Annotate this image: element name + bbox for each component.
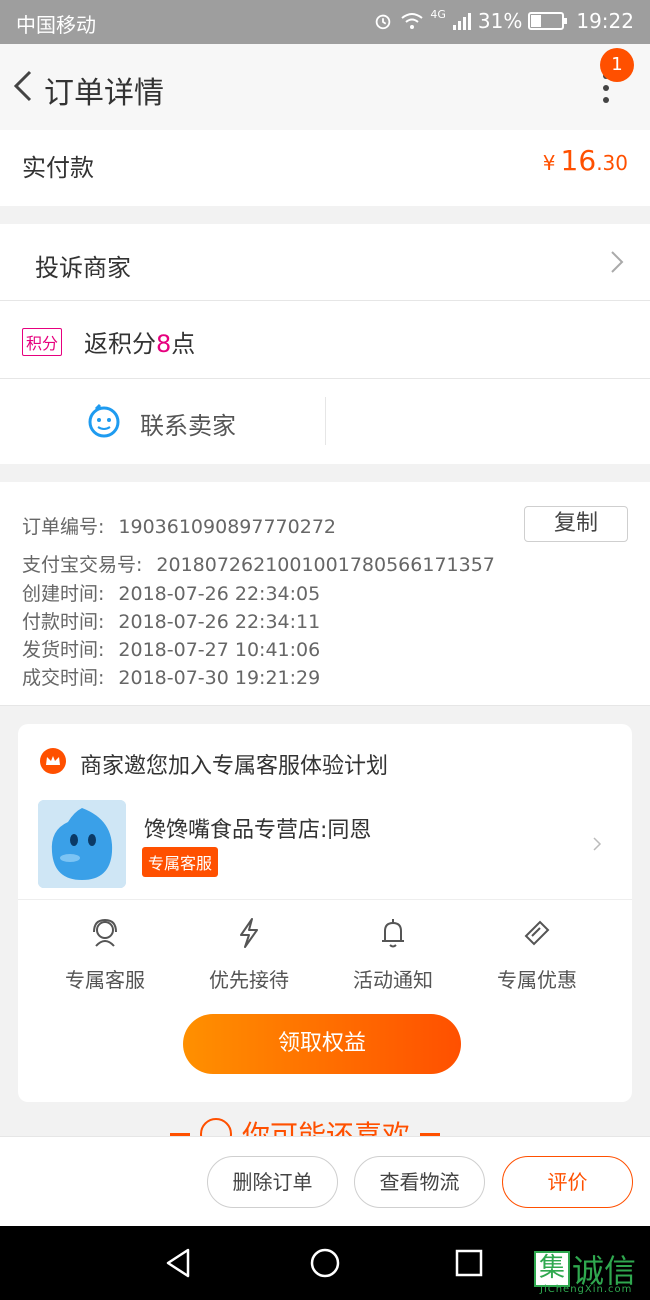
recommend-title-group: 你可能还喜欢	[170, 1114, 441, 1136]
info-key: 订单编号:	[22, 516, 105, 538]
carrier-name: 中国移动	[16, 13, 96, 37]
benefit-label: 专属优惠	[497, 968, 577, 992]
currency-symbol: ¥	[542, 151, 556, 175]
recommend-title: 你可能还喜欢	[242, 1119, 411, 1136]
info-value: 2018-07-27 10:41:06	[118, 639, 321, 661]
paid-label: 实付款	[22, 154, 94, 182]
info-key: 支付宝交易号:	[22, 554, 143, 576]
info-value: 2018-07-30 19:21:29	[118, 667, 321, 689]
claim-benefits-button[interactable]: 领取权益	[183, 1014, 461, 1074]
status-icons: 4G 31% 19:22	[372, 9, 634, 33]
watermark-box: 集	[534, 1251, 570, 1287]
benefit-exclusive-service[interactable]: 专属客服	[30, 916, 180, 993]
contact-seller-row: 联系卖家	[0, 379, 650, 464]
shop-avatar[interactable]	[38, 800, 126, 888]
points-row: 积分 返积分8点	[0, 301, 650, 379]
deal-time-line: 成交时间: 2018-07-30 19:21:29	[22, 663, 320, 690]
crown-icon	[40, 748, 66, 774]
points-value: 8	[156, 330, 172, 358]
service-plan-headline: 商家邀您加入专属客服体验计划	[80, 754, 389, 779]
info-key: 发货时间:	[22, 639, 105, 661]
alipay-number-line: 支付宝交易号: 2018072621001001780566171357	[22, 550, 495, 577]
order-info-card: 订单编号: 190361090897770272 复制 支付宝交易号: 201807…	[0, 482, 650, 706]
headset-icon	[93, 918, 117, 947]
paid-amount-row: 实付款 ¥ 16.30	[0, 130, 650, 206]
chevron-right-icon	[611, 251, 624, 273]
heart-icon	[200, 1118, 232, 1136]
nav-bar: 订单详情 1	[0, 44, 650, 130]
divider	[325, 397, 326, 445]
battery-icon	[528, 12, 568, 30]
notification-badge: 1	[600, 48, 634, 82]
benefit-priority[interactable]: 优先接待	[174, 916, 324, 993]
back-triangle-icon[interactable]	[162, 1246, 196, 1280]
delete-order-button[interactable]: 删除订单	[207, 1156, 338, 1208]
benefit-label: 活动通知	[353, 968, 433, 992]
view-logistics-button[interactable]: 查看物流	[354, 1156, 485, 1208]
complain-seller-row[interactable]: 投诉商家	[0, 224, 650, 301]
info-key: 创建时间:	[22, 583, 105, 605]
points-text: 返积分8点	[84, 324, 195, 359]
mascot-icon	[38, 800, 126, 888]
network-type: 4G	[430, 8, 446, 21]
info-value: 2018072621001001780566171357	[156, 554, 495, 576]
info-key: 成交时间:	[22, 667, 105, 689]
points-prefix: 返积分	[84, 330, 156, 358]
info-value: 190361090897770272	[118, 516, 336, 538]
status-bar: 中国移动 4G 31% 19:22	[0, 0, 650, 44]
amount-integer: 16	[560, 144, 597, 177]
pay-time-line: 付款时间: 2018-07-26 22:34:11	[22, 607, 320, 634]
review-button[interactable]: 评价	[502, 1156, 633, 1208]
lightning-icon	[240, 918, 258, 948]
info-value: 2018-07-26 22:34:11	[118, 611, 321, 633]
points-suffix: 点	[171, 330, 196, 358]
benefit-exclusive-discount[interactable]: 专属优惠	[462, 916, 612, 993]
order-number-line: 订单编号: 190361090897770272	[22, 512, 336, 539]
shop-name[interactable]: 馋馋嘴食品专营店:同恩	[144, 812, 371, 844]
benefit-label: 优先接待	[209, 968, 289, 992]
paid-amount: ¥ 16.30	[543, 144, 628, 177]
create-time-line: 创建时间: 2018-07-26 22:34:05	[22, 579, 320, 606]
watermark-subtext: JiChengXin.com	[540, 1284, 633, 1295]
amount-decimal: .30	[596, 151, 628, 175]
contact-seller-button[interactable]: 联系卖家	[140, 406, 236, 441]
ticket-icon	[524, 920, 550, 946]
complain-label: 投诉商家	[35, 254, 131, 282]
divider	[18, 899, 632, 900]
battery-fill	[531, 15, 541, 27]
recents-square-icon[interactable]	[452, 1246, 486, 1280]
wifi-icon	[401, 13, 423, 29]
watermark-logo: 集 诚信 JiChengXin.com	[534, 1246, 636, 1295]
page-title: 订单详情	[44, 76, 164, 111]
info-key: 付款时间:	[22, 611, 105, 633]
back-arrow-icon[interactable]	[8, 66, 38, 106]
recommend-header: 你可能还喜欢	[0, 1110, 650, 1136]
copy-button[interactable]: 复制	[524, 506, 628, 542]
chevron-right-icon[interactable]	[592, 836, 602, 852]
benefit-label: 专属客服	[65, 968, 145, 992]
benefit-activity-notice[interactable]: 活动通知	[318, 916, 468, 993]
service-plan-card: 商家邀您加入专属客服体验计划 馋馋嘴食品专营店:同恩 专属客服 专属客服 优先接…	[18, 724, 632, 1102]
info-value: 2018-07-26 22:34:05	[118, 583, 321, 605]
bell-icon	[382, 919, 404, 948]
order-actions-card: 投诉商家 积分 返积分8点 联系卖家	[0, 224, 650, 464]
home-circle-icon[interactable]	[308, 1246, 342, 1280]
exclusive-service-tag: 专属客服	[142, 847, 219, 877]
battery-percent: 31%	[477, 9, 523, 33]
clock: 19:22	[576, 9, 634, 33]
points-tag: 积分	[22, 328, 63, 356]
ship-time-line: 发货时间: 2018-07-27 10:41:06	[22, 635, 320, 662]
signal-icon	[452, 13, 471, 30]
bottom-action-bar: 删除订单 查看物流 评价	[0, 1136, 650, 1226]
alarm-icon	[376, 14, 391, 30]
chat-bubble-icon[interactable]	[86, 403, 122, 439]
